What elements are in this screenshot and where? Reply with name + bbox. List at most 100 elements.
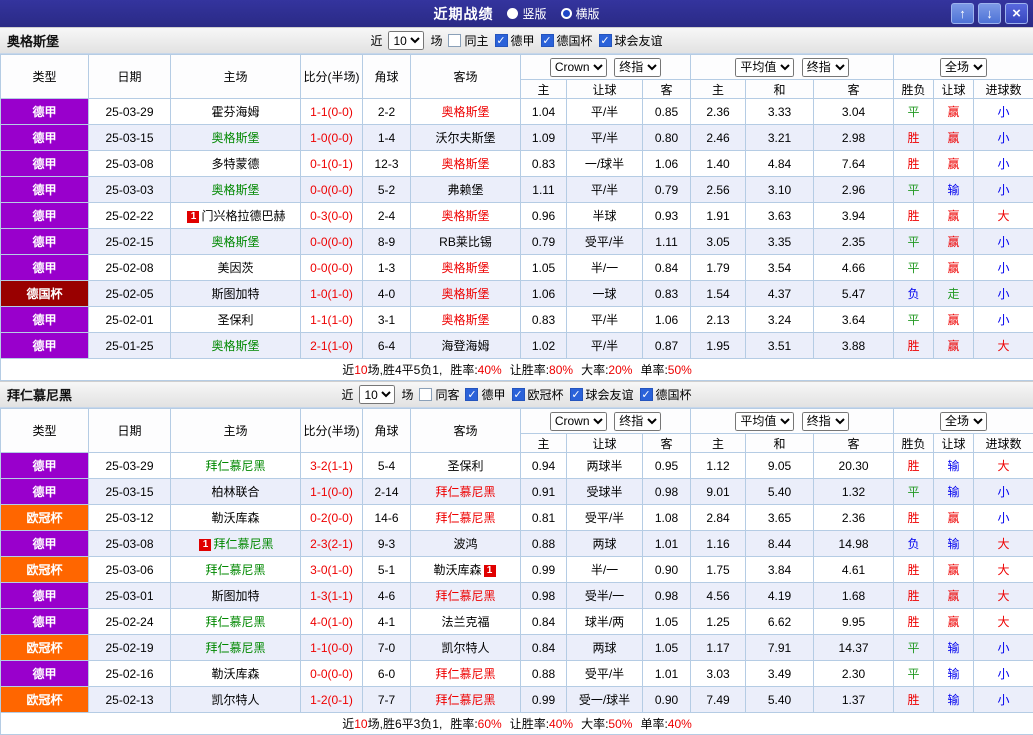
checkbox-icon[interactable] (640, 388, 653, 401)
home-team-cell[interactable]: 圣保利 (171, 307, 301, 333)
league-filter[interactable]: 德国杯 (541, 32, 593, 49)
checkbox-icon[interactable] (465, 388, 478, 401)
league-filter-label: 德甲 (511, 32, 535, 49)
away-team-cell[interactable]: 沃尔夫斯堡 (411, 125, 521, 151)
away-team-cell[interactable]: 勒沃库森1 (411, 557, 521, 583)
radio-icon[interactable] (561, 8, 572, 19)
col-corner: 角球 (363, 409, 411, 453)
company-select[interactable]: Crown (550, 412, 607, 431)
league-filter[interactable]: 欧冠杯 (512, 386, 564, 403)
league-badge: 德甲 (1, 333, 89, 359)
home-team-cell[interactable]: 勒沃库森 (171, 505, 301, 531)
home-team-cell[interactable]: 1门兴格拉德巴赫 (171, 203, 301, 229)
home-team-cell[interactable]: 拜仁慕尼黑 (171, 557, 301, 583)
summary-row: 近10场,胜6平3负1,胜率:60%让胜率:40%大率:50%单率:40% (1, 713, 1033, 735)
away-team-cell[interactable]: 圣保利 (411, 453, 521, 479)
league-filter[interactable]: 德甲 (495, 32, 535, 49)
league-filter[interactable]: 德国杯 (640, 386, 692, 403)
away-team-cell[interactable]: 拜仁慕尼黑 (411, 583, 521, 609)
result: 胜 (894, 151, 934, 177)
radio-icon[interactable] (507, 8, 518, 19)
away-team-cell[interactable]: 拜仁慕尼黑 (411, 687, 521, 713)
away-team-cell[interactable]: 奥格斯堡 (411, 99, 521, 125)
home-team-cell[interactable]: 拜仁慕尼黑 (171, 609, 301, 635)
match-row: 德甲 25-03-08 1拜仁慕尼黑 2-3(2-1) 9-3 波鸿 0.88 … (1, 531, 1033, 557)
recent-count-select[interactable]: 10 (388, 31, 424, 50)
away-team-cell[interactable]: 拜仁慕尼黑 (411, 505, 521, 531)
view-vertical-option[interactable]: 竖版 (507, 5, 546, 22)
home-team-cell[interactable]: 斯图加特 (171, 281, 301, 307)
away-team-cell[interactable]: 拜仁慕尼黑 (411, 479, 521, 505)
company-select[interactable]: Crown (550, 58, 607, 77)
away-team-cell[interactable]: 弗赖堡 (411, 177, 521, 203)
europe-home-odds: 1.95 (691, 333, 746, 359)
average-select[interactable]: 平均值 (735, 58, 794, 77)
away-team-cell[interactable]: 拜仁慕尼黑 (411, 661, 521, 687)
handicap-line: 平/半 (567, 333, 643, 359)
home-team-cell[interactable]: 拜仁慕尼黑 (171, 453, 301, 479)
close-button[interactable]: × (1005, 3, 1028, 24)
europe-home-odds: 1.91 (691, 203, 746, 229)
europe-draw-odds: 5.40 (746, 479, 814, 505)
league-filter[interactable]: 球会友谊 (599, 32, 663, 49)
away-team-cell[interactable]: RB莱比锡 (411, 229, 521, 255)
goals-result: 小 (974, 505, 1033, 531)
goals-result: 小 (974, 687, 1033, 713)
home-team-cell[interactable]: 柏林联合 (171, 479, 301, 505)
away-team-cell[interactable]: 奥格斯堡 (411, 203, 521, 229)
home-team-cell[interactable]: 奥格斯堡 (171, 333, 301, 359)
league-badge: 欧冠杯 (1, 505, 89, 531)
full-match-select[interactable]: 全场 (940, 58, 987, 77)
home-team-cell[interactable]: 多特蒙德 (171, 151, 301, 177)
home-team-cell[interactable]: 1拜仁慕尼黑 (171, 531, 301, 557)
move-up-button[interactable]: ↑ (951, 3, 974, 24)
final-index-select[interactable]: 终指 (614, 58, 661, 77)
same-venue-filter[interactable]: 同客 (419, 386, 459, 403)
move-down-button[interactable]: ↓ (978, 3, 1001, 24)
home-team-cell[interactable]: 拜仁慕尼黑 (171, 635, 301, 661)
away-team-cell[interactable]: 凯尔特人 (411, 635, 521, 661)
goals-result: 小 (974, 281, 1033, 307)
final-index-select[interactable]: 终指 (614, 412, 661, 431)
away-team-cell[interactable]: 奥格斯堡 (411, 307, 521, 333)
home-team-cell[interactable]: 斯图加特 (171, 583, 301, 609)
away-team-cell[interactable]: 奥格斯堡 (411, 255, 521, 281)
checkbox-icon[interactable] (419, 388, 432, 401)
away-team-cell[interactable]: 波鸿 (411, 531, 521, 557)
full-match-select[interactable]: 全场 (940, 412, 987, 431)
checkbox-icon[interactable] (448, 34, 461, 47)
up-arrow-icon: ↑ (959, 6, 966, 21)
col-odds-line: 让球 (567, 80, 643, 99)
away-team-cell[interactable]: 海登海姆 (411, 333, 521, 359)
recent-count-select[interactable]: 10 (359, 385, 395, 404)
home-team-cell[interactable]: 勒沃库森 (171, 661, 301, 687)
league-filter[interactable]: 球会友谊 (570, 386, 634, 403)
match-date: 25-01-25 (89, 333, 171, 359)
checkbox-icon[interactable] (570, 388, 583, 401)
average-select[interactable]: 平均值 (735, 412, 794, 431)
final-index-select[interactable]: 终指 (802, 58, 849, 77)
checkbox-icon[interactable] (541, 34, 554, 47)
view-horizontal-option[interactable]: 横版 (561, 5, 600, 22)
handicap-line: 受平/半 (567, 661, 643, 687)
handicap-line: 球半/两 (567, 609, 643, 635)
same-venue-filter[interactable]: 同主 (448, 32, 488, 49)
home-team-cell[interactable]: 奥格斯堡 (171, 177, 301, 203)
league-filter[interactable]: 德甲 (465, 386, 505, 403)
handicap-line: 半/一 (567, 557, 643, 583)
away-team-cell[interactable]: 奥格斯堡 (411, 281, 521, 307)
home-team-cell[interactable]: 奥格斯堡 (171, 125, 301, 151)
away-team-cell[interactable]: 法兰克福 (411, 609, 521, 635)
col-odds-line: 让球 (567, 434, 643, 453)
checkbox-icon[interactable] (599, 34, 612, 47)
home-team-cell[interactable]: 凯尔特人 (171, 687, 301, 713)
away-team-cell[interactable]: 奥格斯堡 (411, 151, 521, 177)
result: 胜 (894, 505, 934, 531)
checkbox-icon[interactable] (512, 388, 525, 401)
final-index-select[interactable]: 终指 (802, 412, 849, 431)
results-body: 德甲 25-03-29 拜仁慕尼黑 3-2(1-1) 5-4 圣保利 0.94 … (1, 453, 1033, 713)
checkbox-icon[interactable] (495, 34, 508, 47)
home-team-cell[interactable]: 美因茨 (171, 255, 301, 281)
home-team-cell[interactable]: 奥格斯堡 (171, 229, 301, 255)
home-team-cell[interactable]: 霍芬海姆 (171, 99, 301, 125)
